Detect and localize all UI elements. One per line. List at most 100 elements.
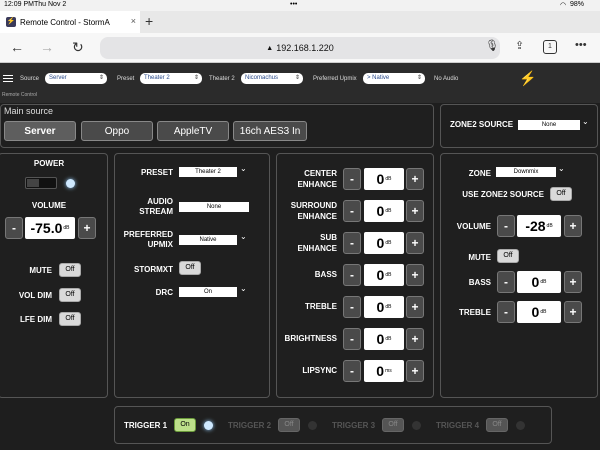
zone-volume-up-button[interactable]: + — [564, 215, 582, 237]
triggers-panel: TRIGGER 1 On TRIGGER 2 Off TRIGGER 3 Off TRIGG… — [114, 406, 552, 444]
lipsync-down-button[interactable]: - — [343, 360, 361, 382]
treble-value: 0dB — [364, 296, 404, 318]
source-button-server[interactable]: Server — [4, 121, 76, 141]
zone-select[interactable]: Downmix — [496, 167, 556, 177]
preset-select[interactable]: Theater 2 — [179, 167, 237, 177]
trigger-4-indicator-led — [516, 421, 525, 430]
zone-bass-label: BASS — [468, 278, 491, 287]
brightness-label: BRIGHTNESS — [284, 334, 337, 343]
surround-enhance-label: SURROUND — [290, 201, 337, 210]
stormxt-toggle[interactable]: Off — [179, 261, 201, 275]
hamburger-menu-icon[interactable] — [3, 75, 13, 84]
close-tab-icon[interactable]: × — [131, 16, 136, 26]
preset-label: PRESET — [140, 168, 173, 177]
url-field[interactable]: ▲ 192.168.1.220 — [100, 37, 500, 59]
drc-label: DRC — [155, 288, 173, 297]
main-source-panel: Main source Server Oppo AppleTV 16ch AES… — [0, 104, 434, 148]
treble-label: TREBLE — [305, 302, 337, 311]
browser-tab[interactable]: ⚡ Remote Control - StormA × — [0, 11, 140, 33]
treble-up-button[interactable]: + — [406, 296, 424, 318]
center-enhance-up-button[interactable]: + — [406, 168, 424, 190]
zone-bass-up-button[interactable]: + — [564, 271, 582, 293]
power-switch[interactable] — [25, 177, 57, 189]
volume-down-button[interactable]: - — [5, 217, 23, 239]
reload-icon[interactable]: ↻ — [72, 39, 84, 56]
theater2-select[interactable]: Nicomachus ⇕ — [241, 73, 303, 84]
zone-volume-label: VOLUME — [456, 222, 491, 231]
trigger-1-indicator-led — [204, 421, 213, 430]
trigger-2-toggle[interactable]: Off — [278, 418, 300, 432]
status-date: Thu Nov 2 — [34, 1, 67, 8]
center-enhance-label: ENHANCE — [297, 180, 337, 189]
chevron-down-icon: ⌄ — [558, 164, 565, 173]
sub-enhance-down-button[interactable]: - — [343, 232, 361, 254]
source-button-oppo[interactable]: Oppo — [81, 121, 153, 141]
sub-enhance-value: 0dB — [364, 232, 404, 254]
upmix-label: Preferred Upmix — [313, 76, 357, 82]
surround-enhance-up-button[interactable]: + — [406, 200, 424, 222]
upmix-select[interactable]: > Native ⇕ — [363, 73, 425, 84]
vol-dim-toggle[interactable]: Off — [59, 288, 81, 302]
trigger-1-label: TRIGGER 1 — [124, 421, 168, 430]
preset-label: Preset — [117, 76, 135, 82]
tab-count-icon[interactable]: 1 — [543, 40, 557, 54]
trigger-3-toggle[interactable]: Off — [382, 418, 404, 432]
more-menu-icon[interactable]: ••• — [575, 39, 587, 51]
chevron-down-icon: ⌄ — [240, 284, 247, 293]
battery-percent: 98% — [570, 1, 585, 8]
drc-select[interactable]: On — [179, 287, 237, 297]
trigger-4-toggle[interactable]: Off — [486, 418, 508, 432]
zone-volume-down-button[interactable]: - — [497, 215, 515, 237]
chevron-down-icon: ⇕ — [98, 75, 104, 81]
sub-enhance-up-button[interactable]: + — [406, 232, 424, 254]
zone2-source-panel: ZONE2 SOURCE None ⌄ — [440, 104, 598, 148]
brightness-up-button[interactable]: + — [406, 328, 424, 350]
lipsync-up-button[interactable]: + — [406, 360, 424, 382]
source-button-16ch-aes3[interactable]: 16ch AES3 In — [233, 121, 307, 141]
source-select[interactable]: Server ⇕ — [45, 73, 107, 84]
upmix-label-1: PREFERRED — [123, 230, 173, 239]
surround-enhance-down-button[interactable]: - — [343, 200, 361, 222]
bass-up-button[interactable]: + — [406, 264, 424, 286]
source-button-appletv[interactable]: AppleTV — [157, 121, 229, 141]
zone2-source-select[interactable]: None — [518, 120, 580, 130]
vol-dim-label: VOL DIM — [18, 291, 52, 300]
zone-mute-label: MUTE — [468, 253, 491, 262]
audio-stream-label-2: STREAM — [139, 207, 173, 216]
app-header: Source Server ⇕ Preset Theater 2 ⇕ Theater… — [0, 63, 600, 103]
microphone-icon[interactable]: 🎙 — [485, 39, 499, 52]
lipsync-label: LIPSYNC — [302, 366, 337, 375]
lfe-dim-toggle[interactable]: Off — [59, 312, 81, 326]
trigger-1-toggle[interactable]: On — [174, 418, 196, 432]
treble-down-button[interactable]: - — [343, 296, 361, 318]
preset-select[interactable]: Theater 2 ⇕ — [140, 73, 202, 84]
center-enhance-down-button[interactable]: - — [343, 168, 361, 190]
audio-status: No Audio — [434, 76, 459, 82]
ios-status-bar: 12:09 PM Thu Nov 2 ••• ◠ 98% — [0, 0, 600, 11]
upmix-select[interactable]: Native — [179, 235, 237, 245]
new-tab-icon[interactable]: + — [145, 13, 153, 29]
share-icon[interactable]: ⇪ — [515, 39, 524, 52]
zone-treble-up-button[interactable]: + — [564, 301, 582, 323]
brightness-value: 0dB — [364, 328, 404, 350]
volume-up-button[interactable]: + — [78, 217, 96, 239]
zone-bass-down-button[interactable]: - — [497, 271, 515, 293]
chevron-down-icon: ⇕ — [193, 75, 199, 81]
forward-arrow-icon[interactable]: → — [40, 39, 54, 55]
back-arrow-icon[interactable]: ← — [10, 39, 24, 55]
bass-value: 0dB — [364, 264, 404, 286]
more-dots-icon: ••• — [290, 1, 298, 8]
center-enhance-value: 0dB — [364, 168, 404, 190]
volume-label: VOLUME — [31, 201, 67, 210]
lightning-bolt-icon[interactable]: ⚡ — [519, 70, 536, 87]
zone-mute-toggle[interactable]: Off — [497, 249, 519, 263]
bass-down-button[interactable]: - — [343, 264, 361, 286]
zone2-source-label: ZONE2 SOURCE — [450, 120, 514, 129]
zone-treble-down-button[interactable]: - — [497, 301, 515, 323]
zone-panel: ZONE Downmix ⌄ USE ZONE2 SOURCE Off VOLU… — [440, 153, 598, 398]
mute-toggle[interactable]: Off — [59, 263, 81, 277]
use-zone2-source-toggle[interactable]: Off — [550, 187, 572, 201]
surround-enhance-value: 0dB — [364, 200, 404, 222]
chevron-down-icon: ⌄ — [240, 164, 247, 173]
brightness-down-button[interactable]: - — [343, 328, 361, 350]
